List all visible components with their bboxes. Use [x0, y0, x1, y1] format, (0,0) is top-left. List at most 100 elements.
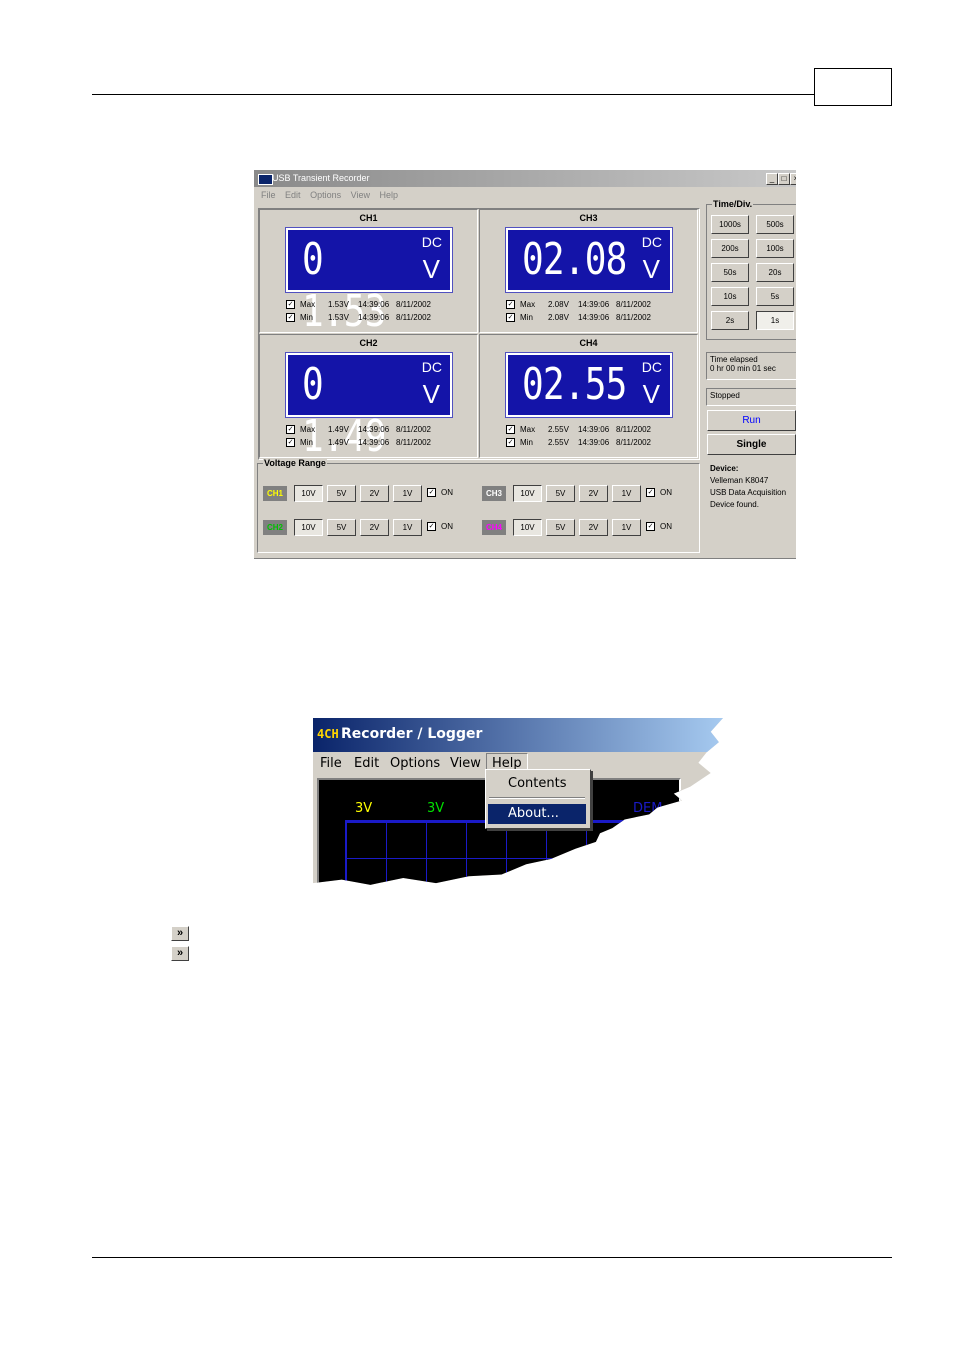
timediv-50s[interactable]: 50s [711, 263, 749, 282]
ch4-range-tag: CH4 [482, 520, 506, 535]
menu-options[interactable]: Options [310, 190, 341, 200]
device-label: Device: [710, 464, 739, 473]
max-row: ✓ Max 2.55V 14:39:06 8/11/2002 [506, 425, 651, 435]
timediv-200s[interactable]: 200s [711, 239, 749, 258]
lcd-readout: 02.08 DC V [506, 228, 672, 292]
timediv-1s[interactable]: 1s [756, 311, 794, 330]
unit-dc: DC [641, 234, 662, 250]
app-icon [258, 174, 273, 185]
checkbox-icon: ✓ [646, 488, 655, 498]
ch2-range-5v[interactable]: 5V [327, 519, 356, 536]
minimize-icon[interactable]: _ [766, 173, 778, 185]
time-elapsed-value: 0 hr 00 min 01 sec [710, 364, 776, 373]
timediv-10s[interactable]: 10s [711, 287, 749, 306]
lcd-readout: 02.55 DC V [506, 353, 672, 417]
ch1-range-10v[interactable]: 10V [294, 485, 323, 502]
ch1-range-1v[interactable]: 1V [393, 485, 422, 502]
browse-next-icon[interactable]: » [171, 926, 189, 941]
min-checkbox[interactable]: ✓ [506, 313, 515, 323]
voltage-range-label: Voltage Range [263, 458, 327, 468]
checkbox-icon: ✓ [427, 522, 436, 532]
ch2-range-2v[interactable]: 2V [360, 519, 389, 536]
ch3-range-10v[interactable]: 10V [513, 485, 542, 502]
menu-item-about[interactable]: About... [488, 804, 586, 824]
menu-file[interactable]: File [261, 190, 276, 200]
channel-panel-ch3: CH3 02.08 DC V ✓ Max 2.08V 14:39:06 8/11/200… [479, 209, 698, 333]
page-number-box [814, 68, 892, 106]
timediv-2s[interactable]: 2s [711, 311, 749, 330]
voltage-range-group: Voltage Range CH1 10V 5V 2V 1V ✓ ON CH3 1… [257, 458, 700, 553]
ch4-range-5v[interactable]: 5V [546, 519, 575, 536]
window-titlebar: 4CH Recorder / Logger [313, 718, 723, 752]
voltage-reading: 02.08 [522, 234, 627, 285]
max-row: ✓ Max 1.49V 14:39:06 8/11/2002 [286, 425, 431, 435]
channel-name: CH4 [579, 338, 598, 348]
menu-edit[interactable]: Edit [285, 190, 301, 200]
min-checkbox[interactable]: ✓ [286, 438, 295, 448]
ch1-range-5v[interactable]: 5V [327, 485, 356, 502]
single-button[interactable]: Single [707, 434, 796, 455]
menu-view[interactable]: View [450, 756, 481, 771]
ch1-on-toggle[interactable]: ✓ ON [427, 488, 453, 498]
checkbox-icon: ✓ [427, 488, 436, 498]
unit-dc: DC [641, 359, 662, 375]
ch2-range-tag: CH2 [263, 520, 287, 535]
timediv-20s[interactable]: 20s [756, 263, 794, 282]
browse-next-icon[interactable]: » [171, 946, 189, 961]
channel-panel-ch1: CH1 0 1.53 DC V ✓ Max 1.53V 14:39:06 8/11/20… [259, 209, 478, 337]
ch3-range-tag: CH3 [482, 486, 506, 501]
help-dropdown-menu: Contents About... [485, 769, 591, 829]
min-checkbox[interactable]: ✓ [286, 313, 295, 323]
unit-v: V [422, 379, 440, 409]
ch4-range-10v[interactable]: 10V [513, 519, 542, 536]
channel-display-grid: CH1 0 1.53 DC V ✓ Max 1.53V 14:39:06 8/11/20… [258, 208, 700, 462]
max-checkbox[interactable]: ✓ [286, 425, 295, 435]
timediv-5s[interactable]: 5s [756, 287, 794, 306]
max-checkbox[interactable]: ✓ [506, 300, 515, 310]
ch4-on-toggle[interactable]: ✓ ON [646, 522, 672, 532]
max-checkbox[interactable]: ✓ [506, 425, 515, 435]
ch4-range-1v[interactable]: 1V [612, 519, 641, 536]
timediv-100s[interactable]: 100s [756, 239, 794, 258]
channel-panel-ch4: CH4 02.55 DC V ✓ Max 2.55V 14:39:06 8/11/200… [479, 334, 698, 458]
device-line-1: Velleman K8047 [710, 476, 769, 485]
ch2-scale-label: 3V [427, 801, 445, 816]
max-checkbox[interactable]: ✓ [286, 300, 295, 310]
scope-grid [345, 820, 686, 885]
device-line-3: Device found. [710, 500, 759, 509]
close-icon[interactable]: × [790, 173, 796, 185]
min-checkbox[interactable]: ✓ [506, 438, 515, 448]
lcd-readout: 0 1.49 DC V [286, 353, 452, 462]
ch1-range-2v[interactable]: 2V [360, 485, 389, 502]
ch3-on-toggle[interactable]: ✓ ON [646, 488, 672, 498]
menu-file[interactable]: File [320, 756, 342, 771]
ch4-range-2v[interactable]: 2V [579, 519, 608, 536]
max-row: ✓ Max 1.53V 14:39:06 8/11/2002 [286, 300, 431, 310]
ch2-on-toggle[interactable]: ✓ ON [427, 522, 453, 532]
time-div-label: Time/Div. [712, 199, 754, 209]
menu-options[interactable]: Options [390, 756, 440, 771]
header-rule [92, 94, 814, 95]
run-button[interactable]: Run [707, 410, 796, 431]
ch2-range-10v[interactable]: 10V [294, 519, 323, 536]
min-row: ✓ Min 2.55V 14:39:06 8/11/2002 [506, 438, 651, 448]
menu-item-contents[interactable]: Contents [488, 774, 586, 794]
menu-view[interactable]: View [351, 190, 370, 200]
ch2-range-1v[interactable]: 1V [393, 519, 422, 536]
unit-v: V [642, 379, 660, 409]
maximize-icon[interactable]: □ [778, 173, 790, 185]
status-text: Stopped [710, 391, 740, 400]
ch3-range-5v[interactable]: 5V [546, 485, 575, 502]
menu-help[interactable]: Help [379, 190, 398, 200]
menu-edit[interactable]: Edit [354, 756, 379, 771]
ch3-range-2v[interactable]: 2V [579, 485, 608, 502]
timediv-1000s[interactable]: 1000s [711, 215, 749, 234]
timediv-500s[interactable]: 500s [756, 215, 794, 234]
unit-v: V [642, 254, 660, 284]
ch1-range-tag: CH1 [263, 486, 287, 501]
window-title: Recorder / Logger [341, 726, 483, 742]
unit-dc: DC [421, 234, 442, 250]
ch3-range-1v[interactable]: 1V [612, 485, 641, 502]
min-row: ✓ Min 2.08V 14:39:06 8/11/2002 [506, 313, 651, 323]
channel-name: CH1 [359, 213, 378, 223]
